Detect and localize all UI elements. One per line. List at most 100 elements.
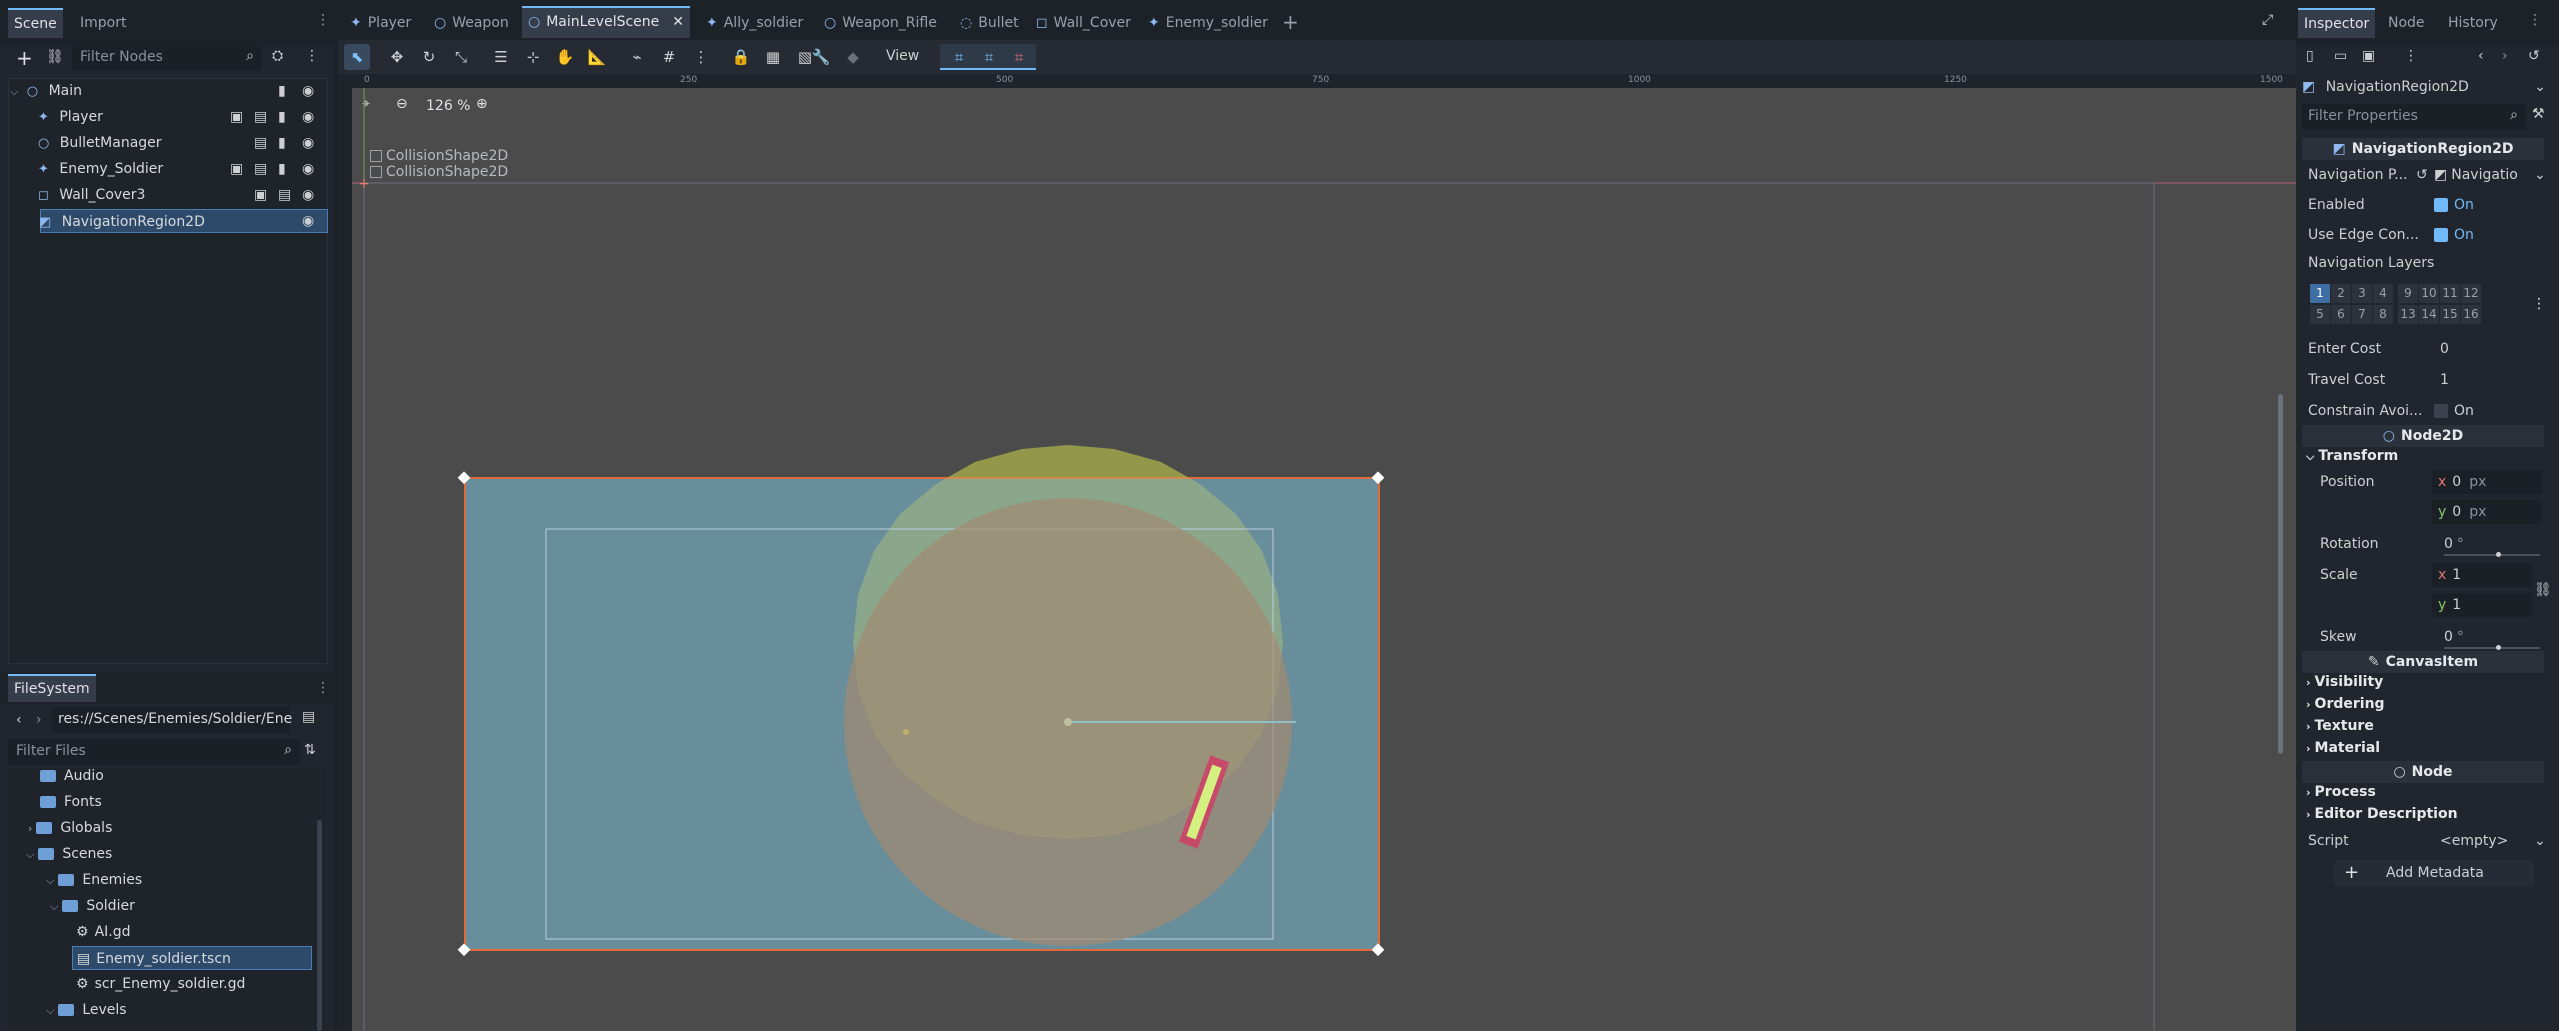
- scale-x-field[interactable]: x1: [2432, 563, 2532, 587]
- link-icon[interactable]: ⛓: [46, 49, 64, 65]
- tab-player[interactable]: ✦ Player: [344, 8, 417, 38]
- tab-filesystem[interactable]: FileSystem: [8, 674, 96, 702]
- snap-center-icon[interactable]: ⌗: [946, 44, 972, 70]
- pan-tool-icon[interactable]: ✋: [552, 44, 578, 70]
- layer-toggle[interactable]: 1: [2310, 284, 2330, 303]
- tab-node[interactable]: Node: [2382, 8, 2431, 38]
- tab-ally-soldier[interactable]: ✦ Ally_soldier: [700, 8, 809, 38]
- prop-enter-cost[interactable]: Enter Cost 0: [2308, 334, 2556, 364]
- layer-toggle[interactable]: 2: [2331, 284, 2351, 303]
- slider-grabber[interactable]: [2496, 645, 2501, 650]
- script-icon[interactable]: ▮: [278, 105, 286, 129]
- layer-toggle[interactable]: 15: [2440, 305, 2460, 324]
- visibility-icon[interactable]: ◉: [302, 105, 314, 129]
- fs-item-audio[interactable]: Audio: [40, 764, 104, 788]
- ruler-tool-icon[interactable]: 📐: [584, 44, 610, 70]
- texture-group[interactable]: › Texture: [2306, 718, 2374, 734]
- history-forward-icon[interactable]: ›: [2502, 48, 2508, 64]
- fs-item-levels[interactable]: ⌵ Levels: [46, 998, 127, 1022]
- visibility-icon[interactable]: ◉: [302, 131, 314, 155]
- snap-origin-icon[interactable]: ⌗: [976, 44, 1002, 70]
- split-view-icon[interactable]: ▤: [302, 709, 315, 725]
- process-group[interactable]: › Process: [2306, 784, 2376, 800]
- camera-override-icon[interactable]: ◆: [840, 44, 866, 70]
- layers-menu-icon[interactable]: ⋮: [2532, 296, 2546, 312]
- layer-toggle[interactable]: 4: [2373, 284, 2393, 303]
- tab-history[interactable]: History: [2442, 8, 2504, 38]
- fs-item-soldier[interactable]: ⌵ Soldier: [50, 894, 135, 918]
- script-icon[interactable]: ▮: [278, 79, 286, 103]
- ordering-group[interactable]: › Ordering: [2306, 696, 2385, 712]
- material-group[interactable]: › Material: [2306, 740, 2380, 756]
- instance-scene-icon[interactable]: ⛭: [272, 48, 283, 64]
- layer-toggle[interactable]: 10: [2419, 284, 2439, 303]
- visibility-icon[interactable]: ◉: [302, 157, 314, 181]
- prop-navigation-polygon[interactable]: Navigation P... ↺ ◩ Navigatio ⌄: [2308, 160, 2556, 190]
- object-history-icon[interactable]: ↺: [2528, 48, 2540, 64]
- clapper-icon[interactable]: ▤: [254, 157, 267, 181]
- collapse-arrow-icon[interactable]: ⌵: [46, 1004, 54, 1017]
- chevron-down-icon[interactable]: ⌄: [2534, 160, 2546, 190]
- close-icon[interactable]: ✕: [672, 8, 684, 36]
- script-icon[interactable]: ▮: [278, 131, 286, 155]
- clapper-icon[interactable]: ▤: [278, 183, 291, 207]
- lock-icon[interactable]: 🔒: [728, 44, 754, 70]
- layer-toggle[interactable]: 5: [2310, 305, 2330, 324]
- layer-toggle[interactable]: 7: [2352, 305, 2372, 324]
- layer-toggle[interactable]: 3: [2352, 284, 2372, 303]
- layer-toggle[interactable]: 12: [2461, 284, 2481, 303]
- viewport-scrollbar[interactable]: [2278, 394, 2283, 754]
- snap-options-icon[interactable]: ⋮: [688, 44, 714, 70]
- scale-y-field[interactable]: y1: [2432, 593, 2532, 617]
- constrain-checkbox[interactable]: [2434, 404, 2448, 418]
- collapse-arrow-icon[interactable]: ⌵: [10, 85, 18, 98]
- scene-menu-icon[interactable]: ⋮: [305, 48, 319, 64]
- prop-value[interactable]: <empty>: [2440, 826, 2508, 856]
- prop-constrain-avoidance[interactable]: Constrain Avoi... On: [2308, 396, 2556, 426]
- tab-inspector[interactable]: Inspector: [2298, 8, 2376, 38]
- tree-item-bulletmanager[interactable]: ○ BulletManager ▤ ▮ ◉: [10, 131, 328, 155]
- property-options-icon[interactable]: ⚒: [2532, 106, 2545, 122]
- enabled-checkbox[interactable]: [2434, 198, 2448, 212]
- prop-value[interactable]: 0: [2440, 334, 2449, 364]
- layers-grid-row-1[interactable]: 1 2 3 4 9 10 11 12: [2310, 284, 2482, 303]
- sort-icon[interactable]: ⇅: [304, 742, 316, 758]
- smart-snap-icon[interactable]: ⌁: [624, 44, 650, 70]
- visibility-icon[interactable]: ◉: [302, 213, 314, 229]
- path-field[interactable]: res://Scenes/Enemies/Soldier/Ene: [52, 707, 292, 733]
- layers-grid-row-2[interactable]: 5 6 7 8 13 14 15 16: [2310, 305, 2482, 324]
- dock-menu-icon[interactable]: ⋮: [316, 680, 330, 696]
- visibility-icon[interactable]: ◉: [302, 79, 314, 103]
- prop-script[interactable]: Script <empty> ⌄: [2308, 826, 2556, 856]
- move-tool-icon[interactable]: ✥: [384, 44, 410, 70]
- add-node-icon[interactable]: +: [16, 46, 33, 70]
- slider-grabber[interactable]: [2496, 552, 2501, 557]
- inspector-menu-icon[interactable]: ⋮: [2404, 48, 2418, 64]
- skew-slider[interactable]: [2444, 645, 2540, 650]
- rotation-slider[interactable]: [2444, 552, 2540, 557]
- save-resource-icon[interactable]: ▣: [2362, 48, 2375, 64]
- dock-menu-icon[interactable]: ⋮: [2528, 12, 2542, 28]
- tree-item-player[interactable]: ✦ Player ▣ ▤ ▮ ◉: [10, 105, 328, 129]
- tab-scene[interactable]: Scene: [8, 8, 63, 38]
- filter-nodes-input[interactable]: Filter Nodes ⌕: [72, 45, 262, 71]
- instance-icon[interactable]: ▣: [230, 157, 243, 181]
- layer-toggle[interactable]: 8: [2373, 305, 2393, 324]
- tab-import[interactable]: Import: [74, 8, 132, 38]
- skew-field[interactable]: 0 °: [2444, 625, 2542, 650]
- viewport[interactable]: 0 250 500 750 1000 1250 1500 ⌖ ⊖ 126 % ⊕…: [338, 74, 2296, 1031]
- tree-item-main[interactable]: ⌵ ○ Main ▮ ◉: [10, 79, 328, 103]
- snap-reset-icon[interactable]: ⌗: [1006, 44, 1032, 70]
- tab-weapon-rifle[interactable]: ○ Weapon_Rifle: [818, 8, 943, 38]
- position-x-field[interactable]: x 0 px: [2432, 470, 2542, 494]
- collapse-arrow-icon[interactable]: ⌵: [46, 874, 54, 887]
- add-metadata-button[interactable]: + Add Metadata: [2334, 860, 2534, 886]
- prop-value[interactable]: 1: [2440, 365, 2449, 395]
- instance-icon[interactable]: ▣: [230, 105, 243, 129]
- transform-group[interactable]: ⌵ Transform: [2306, 448, 2398, 464]
- fs-item-enemy-soldier-tscn[interactable]: ▤ Enemy_soldier.tscn: [72, 946, 312, 970]
- tree-item-wall-cover3[interactable]: ◻ Wall_Cover3 ▣ ▤ ◉: [10, 183, 328, 207]
- fs-item-enemies[interactable]: ⌵ Enemies: [46, 868, 142, 892]
- position-y-field[interactable]: y 0 px: [2432, 500, 2542, 524]
- distraction-free-icon[interactable]: ⤢: [2262, 12, 2273, 28]
